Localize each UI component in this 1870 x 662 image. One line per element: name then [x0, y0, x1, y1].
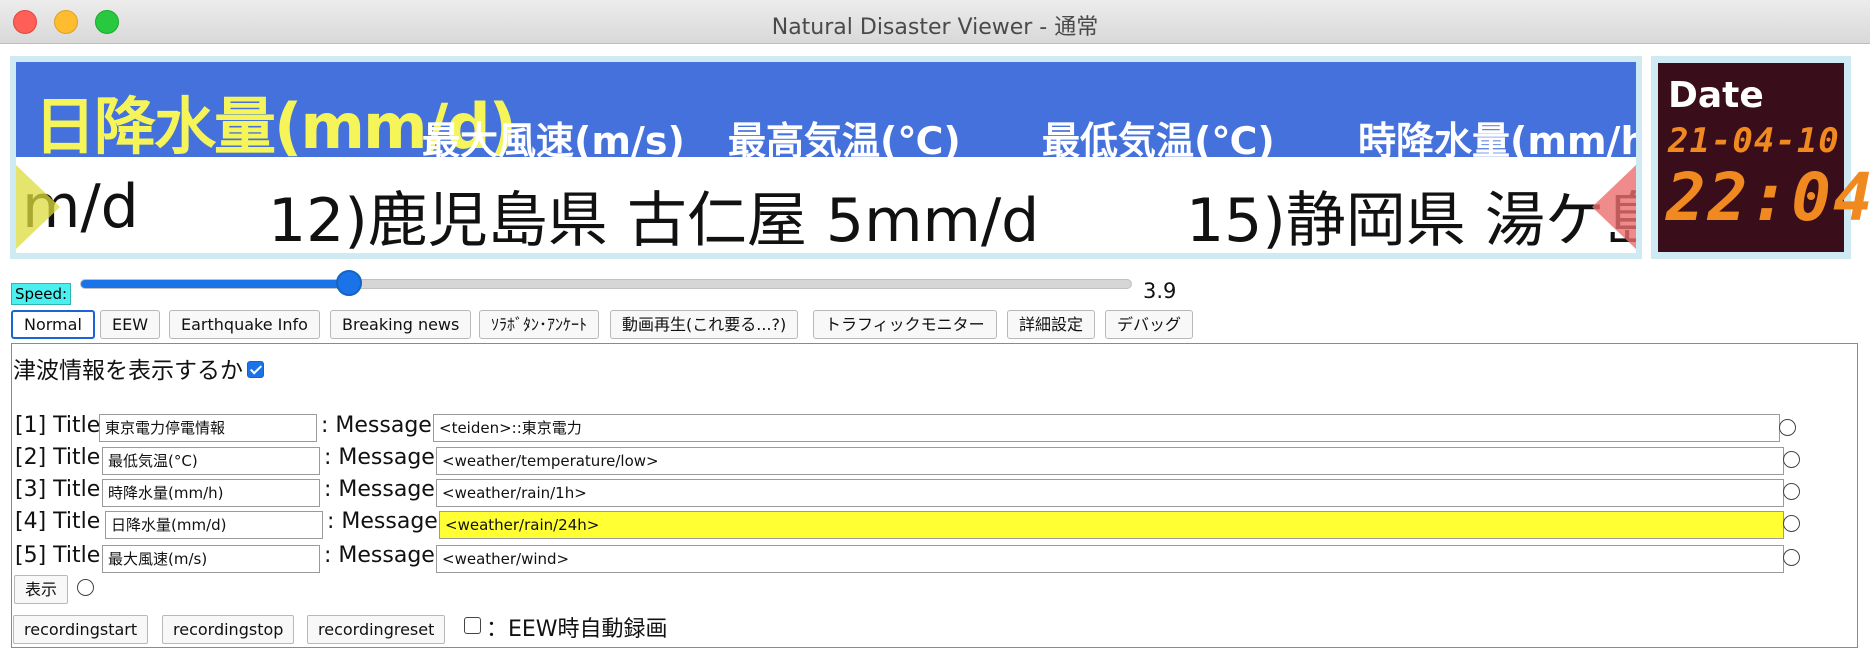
row-5-radio[interactable]	[1783, 549, 1800, 566]
row-4-message-label: : Message	[327, 509, 438, 534]
row-3-radio[interactable]	[1783, 483, 1800, 500]
clock-date: 21-04-10	[1668, 121, 1840, 161]
eew-auto-record-label: ：EEW時自動録画	[486, 617, 668, 642]
speed-slider-thumb[interactable]	[336, 270, 363, 296]
show-radio[interactable]	[77, 579, 94, 596]
window-titlebar: Natural Disaster Viewer - 通常	[0, 0, 1870, 44]
tab-breaking-news[interactable]: Breaking news	[330, 310, 472, 339]
row-5-label: [5] Title	[15, 543, 101, 568]
tab-debug[interactable]: デバッグ	[1105, 310, 1194, 339]
digital-clock: Date 21-04-10 22:04	[1658, 63, 1870, 252]
speed-slider[interactable]	[80, 279, 1132, 289]
clock-date-label: Date	[1668, 75, 1764, 116]
recording-reset-button[interactable]: recordingreset	[307, 615, 446, 644]
row-5-message-input[interactable]: <weather/wind>	[436, 545, 1784, 573]
tab-normal[interactable]: Normal	[11, 310, 95, 339]
speed-label: Speed:	[11, 283, 72, 305]
row-4-label: [4] Title	[15, 509, 101, 534]
disaster-banner: 日降水量(mm/d) 最大風速(m/s) 最高気温(℃) 最低気温(℃) 時降水…	[10, 56, 1642, 259]
tab-earthquake-info[interactable]: Earthquake Info	[169, 310, 320, 339]
clock-time: 22:04	[1666, 159, 1870, 236]
tsunami-checkbox[interactable]	[247, 361, 264, 378]
row-1-label: [1] Title	[15, 413, 101, 438]
show-button[interactable]: 表示	[14, 575, 69, 604]
row-5-message-label: : Message	[324, 543, 435, 568]
banner-next-title: 最大風速(m/s)	[422, 119, 685, 157]
recording-start-button[interactable]: recordingstart	[13, 615, 149, 644]
tsunami-setting: 津波情報を表示するか	[13, 351, 264, 385]
clock-panel: Date 21-04-10 22:04	[1651, 56, 1870, 259]
normal-panel: 津波情報を表示するか [1] Title 東京電力停電情報 : Message …	[11, 343, 1858, 648]
speed-slider-fill	[81, 280, 351, 288]
row-4-message-input[interactable]: <weather/rain/24h>	[439, 511, 1784, 539]
row-3-message-input[interactable]: <weather/rain/1h>	[436, 479, 1784, 507]
tsunami-label: 津波情報を表示するか	[13, 358, 243, 384]
banner-ticker: m/d 12)鹿児島県 古仁屋 5mm/d 15)静岡県 湯ケ島	[16, 157, 1636, 253]
row-2-label: [2] Title	[15, 445, 101, 470]
banner-next-title: 最高気温(℃)	[728, 119, 961, 157]
tab-video-playback[interactable]: 動画再生(これ要る...?)	[610, 310, 799, 339]
eew-auto-record-checkbox[interactable]	[464, 617, 481, 634]
tab-soraboten-survey[interactable]: ｿﾗﾎﾞﾀﾝ･ｱﾝｹｰﾄ	[479, 310, 600, 339]
ticker-item: 12)鹿児島県 古仁屋 5mm/d	[268, 186, 1040, 253]
row-4-radio[interactable]	[1783, 515, 1800, 532]
row-3-label: [3] Title	[15, 477, 101, 502]
row-2-radio[interactable]	[1783, 451, 1800, 468]
row-2-message-input[interactable]: <weather/temperature/low>	[436, 447, 1784, 475]
recording-stop-button[interactable]: recordingstop	[162, 615, 295, 644]
scroll-left-arrow-icon	[16, 165, 60, 249]
banner-title-bar: 日降水量(mm/d) 最大風速(m/s) 最高気温(℃) 最低気温(℃) 時降水…	[16, 62, 1636, 157]
speed-value: 3.9	[1143, 279, 1177, 303]
row-1-message-label: : Message	[321, 413, 432, 438]
row-5-title-input[interactable]: 最大風速(m/s)	[102, 545, 320, 573]
row-2-title-input[interactable]: 最低気温(°C)	[102, 447, 320, 475]
row-4-title-input[interactable]: 日降水量(mm/d)	[105, 511, 323, 539]
window-title: Natural Disaster Viewer - 通常	[771, 15, 1099, 40]
banner-next-title: 時降水量(mm/h)	[1358, 119, 1636, 157]
tab-detailed-settings[interactable]: 詳細設定	[1007, 310, 1096, 339]
row-3-title-input[interactable]: 時降水量(mm/h)	[102, 479, 320, 507]
row-1-title-input[interactable]: 東京電力停電情報	[99, 414, 317, 442]
row-3-message-label: : Message	[324, 477, 435, 502]
row-1-message-input[interactable]: <teiden>::東京電力	[433, 414, 1780, 442]
scroll-right-arrow-icon	[1592, 165, 1636, 249]
ticker-item: 15)静岡県 湯ケ島	[1186, 186, 1636, 253]
banner-next-title: 最低気温(℃)	[1042, 119, 1275, 157]
row-1-radio[interactable]	[1779, 419, 1796, 436]
tab-traffic-monitor[interactable]: トラフィックモニター	[813, 310, 997, 339]
tab-eew[interactable]: EEW	[100, 310, 161, 339]
row-2-message-label: : Message	[324, 445, 435, 470]
